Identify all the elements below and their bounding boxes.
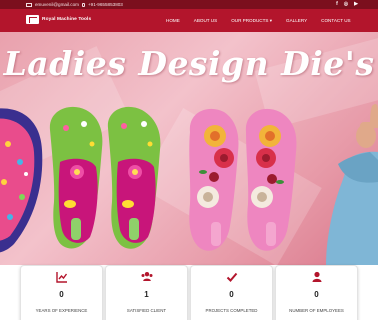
youtube-icon[interactable]: ▶	[354, 1, 358, 7]
nav-about-us[interactable]: ABOUT US	[194, 18, 217, 23]
contact-phone[interactable]: +91-9655853803	[88, 2, 123, 7]
slipper-left-partial	[0, 108, 43, 253]
slipper-pink-pair	[189, 108, 297, 251]
stat-value: 1	[144, 290, 149, 299]
instagram-icon[interactable]: ◎	[344, 1, 348, 7]
nav-gallery[interactable]: GALLERY	[286, 18, 307, 23]
stats-section: 0 YEARS OF EXPERIENCE 1 SATISFIED CLIENT…	[20, 265, 358, 320]
stat-card-experience: 0 YEARS OF EXPERIENCE	[20, 265, 103, 320]
chart-icon	[55, 272, 67, 283]
man-thumbs-up-partial	[326, 104, 378, 265]
user-icon	[312, 271, 321, 282]
social-links: f ◎ ▶	[336, 1, 358, 7]
facebook-icon[interactable]: f	[336, 1, 338, 7]
main-navbar: Royal Machine Tools HOME ABOUT US OUR PR…	[0, 9, 378, 32]
nav-our-products[interactable]: OUR PRODUCTS ▾	[231, 18, 272, 24]
brand-name: Royal Machine Tools	[42, 17, 92, 22]
stat-card-projects: 0 PROJECTS COMPLETED	[190, 265, 273, 320]
contact-info: emuvenil@gmail.com +91-9655853803	[26, 2, 123, 7]
nav-home[interactable]: HOME	[166, 18, 180, 23]
stat-label: SATISFIED CLIENT	[126, 308, 167, 313]
hero-banner: Ladies Design Die's	[0, 32, 378, 265]
stat-label: YEARS OF EXPERIENCE	[35, 308, 88, 313]
contact-email[interactable]: emuvenil@gmail.com	[35, 2, 79, 7]
top-info-bar: emuvenil@gmail.com +91-9655853803 f ◎ ▶	[0, 0, 378, 9]
stat-label: PROJECTS COMPLETED	[205, 308, 258, 313]
nav-contact-us[interactable]: CONTACT US	[321, 18, 350, 23]
brand-logo[interactable]: Royal Machine Tools	[26, 15, 91, 24]
users-icon	[141, 272, 152, 281]
slipper-green-pair	[49, 106, 161, 249]
stat-value: 0	[314, 290, 319, 299]
mail-icon	[26, 2, 32, 7]
logo-mark-icon	[26, 15, 39, 24]
check-icon	[226, 272, 237, 282]
stat-value: 0	[59, 290, 64, 299]
phone-icon	[81, 2, 85, 7]
stat-label: NUMBER OF EMPLOYEES	[289, 308, 344, 313]
nav-menu: HOME ABOUT US OUR PRODUCTS ▾ GALLERY CON…	[166, 9, 351, 32]
stat-card-clients: 1 SATISFIED CLIENT	[105, 265, 188, 320]
stat-card-employees: 0 NUMBER OF EMPLOYEES	[275, 265, 358, 320]
hero-title: Ladies Design Die's	[3, 44, 375, 83]
stat-value: 0	[229, 290, 234, 299]
